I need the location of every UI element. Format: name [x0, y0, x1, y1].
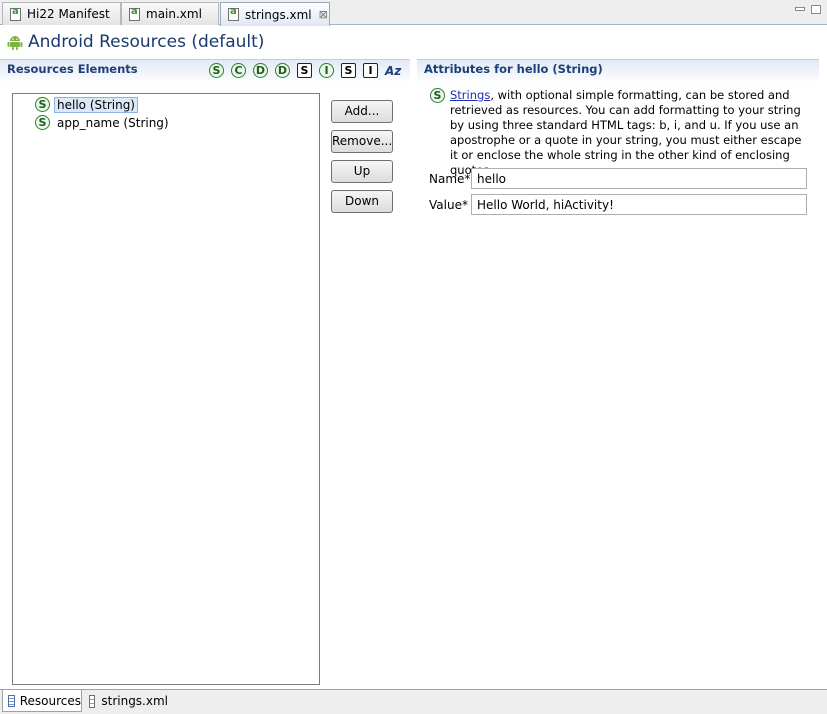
- name-label: Name*: [429, 172, 471, 186]
- resources-view-icon: [8, 694, 15, 707]
- editor-tab-label: main.xml: [146, 7, 202, 21]
- editor-tab-main-xml[interactable]: main.xml: [121, 2, 219, 25]
- android-xml-file-icon: [10, 6, 21, 21]
- name-field[interactable]: [471, 168, 807, 189]
- tree-item-app-name[interactable]: S app_name (String): [35, 114, 172, 131]
- remove-button[interactable]: Remove...: [331, 130, 393, 153]
- add-item-icon[interactable]: I: [319, 63, 334, 78]
- add-dimension-icon[interactable]: D: [253, 63, 268, 78]
- up-button[interactable]: Up: [331, 160, 393, 183]
- editor-tab-label: Hi22 Manifest: [27, 7, 110, 21]
- string-resource-icon: S: [430, 88, 445, 103]
- add-drawable-icon[interactable]: D: [275, 63, 290, 78]
- tab-label: Resources: [19, 693, 81, 708]
- maximize-icon[interactable]: [811, 5, 821, 14]
- sort-alphabetically-icon[interactable]: Az: [385, 64, 401, 78]
- string-resource-icon: S: [35, 115, 50, 130]
- section-title: Resources Elements: [7, 62, 138, 76]
- xml-source-icon: [89, 694, 96, 708]
- add-style-icon[interactable]: S: [297, 63, 312, 78]
- description-text: , with optional simple formatting, can b…: [450, 88, 802, 177]
- close-tab-icon[interactable]: ⊠: [319, 8, 328, 21]
- android-xml-file-icon: [129, 6, 140, 21]
- add-color-icon[interactable]: C: [231, 63, 246, 78]
- android-xml-file-icon: [228, 6, 239, 21]
- editor-tab-label: strings.xml: [245, 7, 312, 22]
- strings-doc-link[interactable]: Strings: [450, 88, 490, 102]
- tab-resources[interactable]: Resources: [2, 690, 82, 712]
- add-integer-array-icon[interactable]: I: [363, 63, 378, 78]
- resource-toolbar: S C D D S I S I Az: [209, 63, 401, 78]
- editor-tab-bar: Hi22 Manifest main.xml strings.xml ⊠: [0, 0, 827, 26]
- value-field[interactable]: [471, 194, 807, 215]
- string-resource-icon: S: [35, 97, 50, 112]
- editor-tab-strings-xml[interactable]: strings.xml ⊠: [220, 2, 330, 26]
- page-title: Android Resources (default): [28, 32, 265, 52]
- tab-strings-xml[interactable]: strings.xml: [84, 690, 168, 712]
- attribute-description: Strings, with optional simple formatting…: [450, 88, 810, 178]
- value-label: Value*: [429, 198, 468, 212]
- section-title: Attributes for hello (String): [424, 62, 603, 76]
- down-button[interactable]: Down: [331, 190, 393, 213]
- attributes-header: Attributes for hello (String): [417, 59, 819, 81]
- resources-tree[interactable]: S hello (String) S app_name (String): [12, 93, 320, 685]
- add-button[interactable]: Add...: [331, 100, 393, 123]
- android-icon: [7, 36, 23, 50]
- window-controls: [795, 5, 821, 14]
- tree-item-label: hello (String): [54, 96, 138, 113]
- tree-item-hello[interactable]: S hello (String): [35, 96, 138, 113]
- tab-label: strings.xml: [101, 694, 168, 708]
- add-string-array-icon[interactable]: S: [341, 63, 356, 78]
- minimize-icon[interactable]: [795, 7, 805, 11]
- tree-item-label: app_name (String): [57, 115, 169, 130]
- add-string-icon[interactable]: S: [209, 63, 224, 78]
- bottom-tab-bar: Resources strings.xml: [0, 689, 827, 714]
- editor-tab-manifest[interactable]: Hi22 Manifest: [2, 2, 121, 25]
- editor-header: Android Resources (default): [0, 26, 827, 58]
